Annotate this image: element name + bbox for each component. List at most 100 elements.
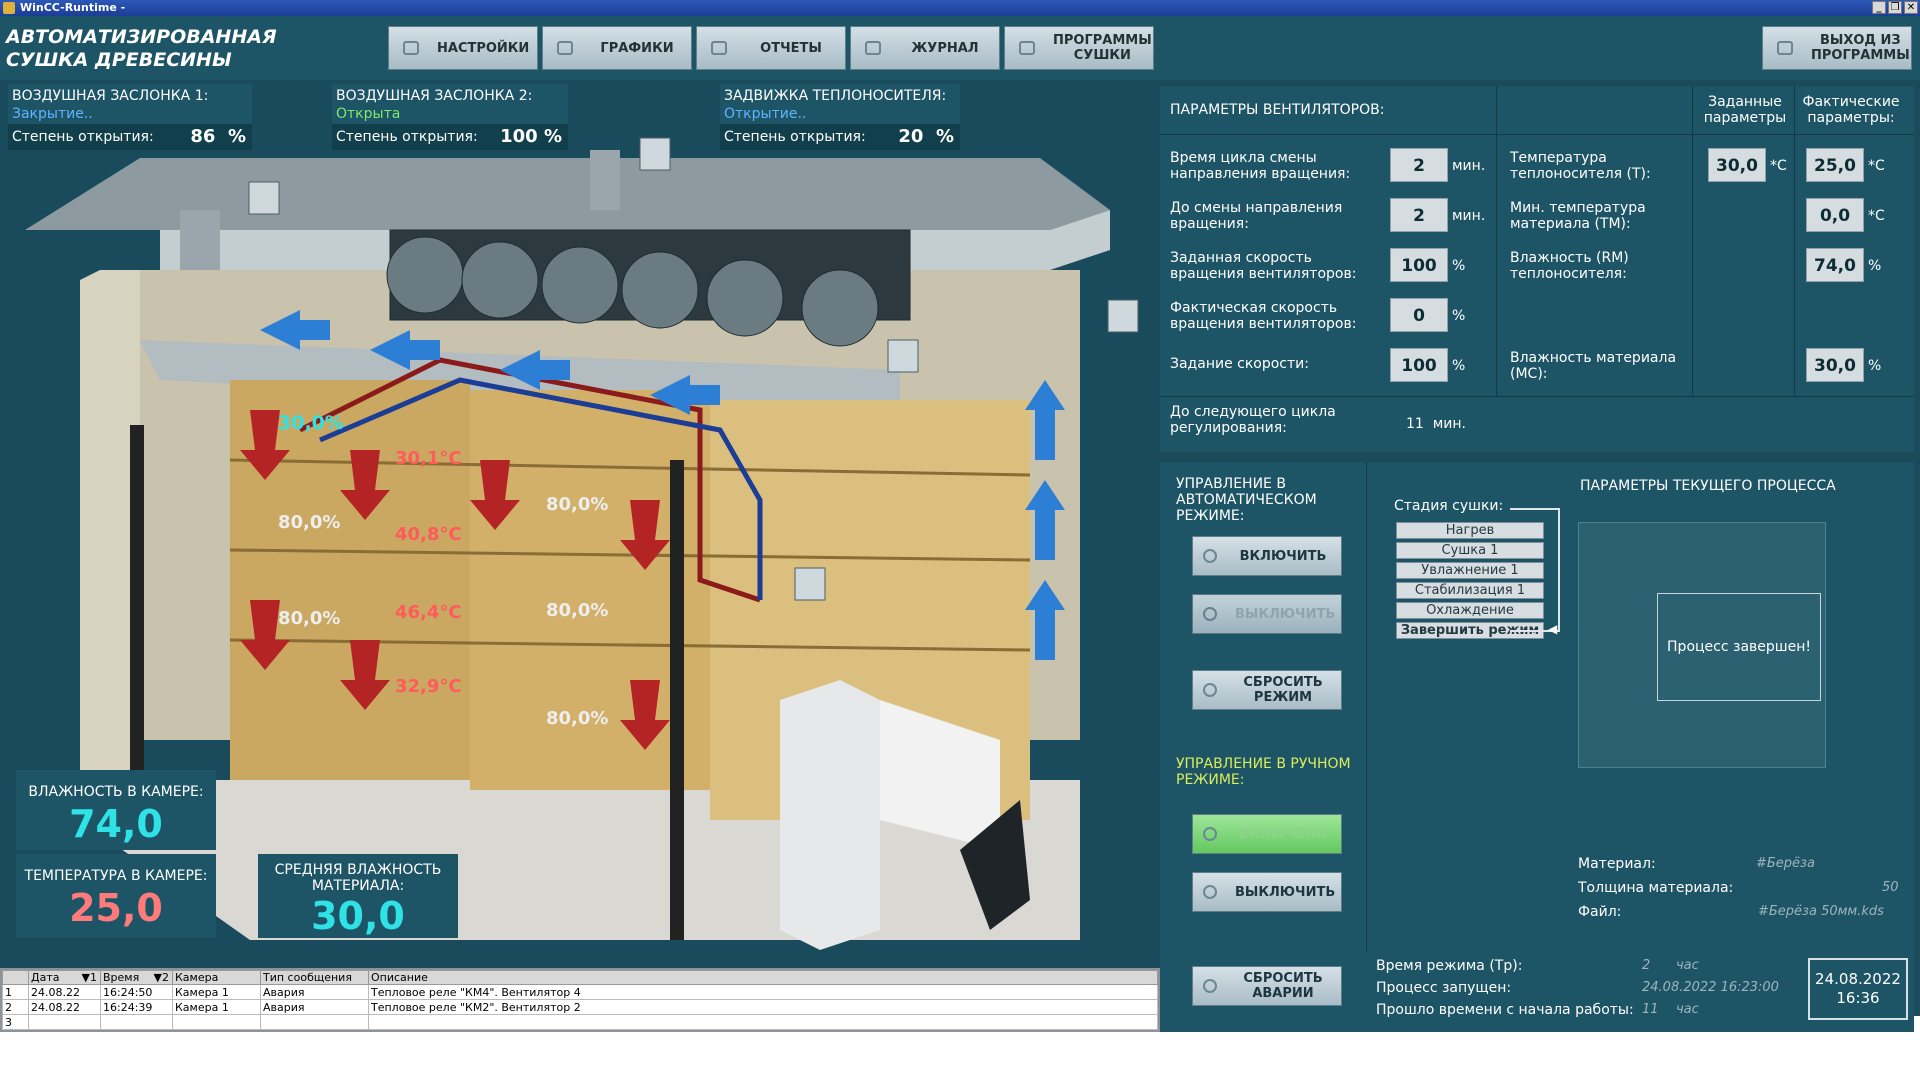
material-hum-5: 80,0%	[546, 708, 609, 729]
material-hum-4: 80,0%	[278, 608, 341, 629]
minimize-icon[interactable]: _	[1872, 1, 1886, 14]
cell: 24.08.22	[28, 984, 101, 1000]
chart-icon	[711, 41, 727, 55]
exit-button[interactable]: ВЫХОД ИЗ ПРОГРАММЫ	[1762, 26, 1912, 70]
col-type[interactable]: Тип сообщения	[260, 970, 369, 985]
cell	[368, 1014, 1158, 1030]
reset-mode-button[interactable]: СБРОСИТЬ РЕЖИМ	[1192, 670, 1342, 710]
fan-params-title: ПАРАМЕТРЫ ВЕНТИЛЯТОРОВ:	[1170, 102, 1385, 118]
damper1-hand-icon[interactable]	[249, 182, 279, 214]
until-reverse-field[interactable]: 2	[1390, 198, 1448, 232]
col-time[interactable]: Время ▼2	[100, 970, 173, 985]
next-cycle-unit: мин.	[1432, 416, 1466, 432]
elapsed-unit: час	[1676, 1002, 1699, 1017]
damper2-panel: ВОЗДУШНАЯ ЗАСЛОНКА 2: Открыта Степень от…	[332, 84, 568, 150]
cell: Авария	[260, 999, 369, 1015]
coolant-temp-set-unit: *С	[1770, 158, 1787, 174]
thickness-value: 50	[1882, 880, 1899, 895]
material-hum-2: 80,0%	[278, 512, 341, 533]
auto-off-label: ВЫКЛЮЧИТЬ	[1235, 606, 1336, 622]
set-speed-field[interactable]: 100	[1390, 248, 1448, 282]
programs-label: ПРОГРАММЫ СУШКИ	[1053, 33, 1152, 63]
sort-time-icon: ▼2	[153, 971, 169, 984]
scada-main: АВТОМАТИЗИРОВАННАЯ СУШКА ДРЕВЕСИНЫ НАСТР…	[0, 16, 1920, 1032]
charts-button[interactable]: ГРАФИКИ	[542, 26, 692, 70]
coolant-humidity-label: Влажность (RM) теплоносителя:	[1510, 250, 1629, 282]
check-icon	[1203, 827, 1217, 841]
cell: 24.08.22	[28, 999, 101, 1015]
col-index	[2, 970, 29, 985]
stage-pointer-icon: ◀	[1548, 622, 1558, 636]
valve-opening-label: Степень открытия:	[724, 129, 866, 145]
damper2-title: ВОЗДУШНАЯ ЗАСЛОНКА 2:	[336, 88, 533, 104]
material-humidity-param-unit: %	[1868, 358, 1882, 374]
journal-button[interactable]: ЖУРНАЛ	[850, 26, 1000, 70]
coolant-temp-actual-field: 25,0	[1806, 148, 1864, 182]
valve-hand-icon[interactable]	[795, 568, 825, 600]
damper2-opening-label: Степень открытия:	[336, 129, 478, 145]
table-row[interactable]: 1 24.08.22 16:24:50 Камера 1 Авария Тепловое …	[2, 984, 1158, 1000]
cell: 2	[2, 999, 29, 1015]
clock: 24.08.2022 16:36	[1808, 958, 1908, 1020]
manual-on-button[interactable]: ВКЛЮЧЕНО	[1192, 814, 1342, 854]
damper2-opening-value: 100 %	[500, 124, 562, 150]
alarm-table[interactable]: Дата ▼1 Время ▼2 Камера Тип сообщения Оп…	[0, 968, 1160, 1032]
table-row[interactable]: 3	[2, 1014, 1158, 1030]
col-time-label: Время	[103, 971, 140, 984]
col-chamber[interactable]: Камера	[172, 970, 261, 985]
next-cycle-number: 11	[1406, 416, 1424, 432]
col-date-label: Дата	[31, 971, 60, 984]
min-material-temp-unit: *С	[1868, 208, 1885, 224]
damper2-value: 100	[500, 126, 538, 147]
programs-button[interactable]: ПРОГРАММЫ СУШКИ	[1004, 26, 1154, 70]
elapsed-label: Прошло времени с начала работы:	[1376, 1002, 1634, 1018]
window-controls: _ ❐ ✕	[1872, 1, 1918, 14]
process-params-title: ПАРАМЕТРЫ ТЕКУЩЕГО ПРОЦЕССА	[1580, 478, 1836, 494]
close-icon[interactable]: ✕	[1904, 1, 1918, 14]
coolant-temp-set-field[interactable]: 30,0	[1708, 148, 1766, 182]
mode-time-value: 2	[1642, 958, 1651, 973]
process-display: Процесс завершен!	[1578, 522, 1826, 768]
col-description[interactable]: Описание	[368, 970, 1158, 985]
col-date[interactable]: Дата ▼1	[28, 970, 101, 985]
coolant-temp-label: Температура теплоносителя (Т):	[1510, 150, 1651, 182]
next-cycle-value: 11 мин.	[1406, 416, 1466, 432]
cell	[100, 1014, 173, 1030]
right-damper-hand-icon[interactable]	[1108, 300, 1138, 332]
fan-hand-icon[interactable]	[888, 340, 918, 372]
window-titlebar: WinCC-Runtime - _ ❐ ✕	[0, 0, 1920, 16]
clock-time: 16:36	[1836, 989, 1880, 1007]
speed-setpoint-field[interactable]: 100	[1390, 348, 1448, 382]
cross-icon	[1203, 607, 1217, 621]
auto-on-button[interactable]: ВКЛЮЧИТЬ	[1192, 536, 1342, 576]
settings-button[interactable]: НАСТРОЙКИ	[388, 26, 538, 70]
bell-icon	[865, 41, 881, 55]
auto-off-button[interactable]: ВЫКЛЮЧИТЬ	[1192, 594, 1342, 634]
material-humidity-param-field: 30,0	[1806, 348, 1864, 382]
manual-off-button[interactable]: ВЫКЛЮЧИТЬ	[1192, 872, 1342, 912]
table-row[interactable]: 2 24.08.22 16:24:39 Камера 1 Авария Тепловое …	[2, 999, 1158, 1015]
cell: 3	[2, 1014, 29, 1030]
reset-alarms-button[interactable]: СБРОСИТЬ АВАРИИ	[1192, 966, 1342, 1006]
material-humidity-param-label: Влажность материала (МС):	[1510, 350, 1677, 382]
cycle-time-label: Время цикла смены направления вращения:	[1170, 150, 1351, 182]
drying-stage-title: Стадия сушки:	[1394, 498, 1504, 514]
actual-speed-field: 0	[1390, 298, 1448, 332]
damper2-unit: %	[543, 126, 562, 147]
cycle-time-field[interactable]: 2	[1390, 148, 1448, 182]
cell	[172, 1014, 261, 1030]
header: АВТОМАТИЗИРОВАННАЯ СУШКА ДРЕВЕСИНЫ НАСТР…	[0, 16, 1920, 80]
cell: Тепловое реле "КМ4". Вентилятор 4	[368, 984, 1158, 1000]
reports-button[interactable]: ОТЧЕТЫ	[696, 26, 846, 70]
image-icon	[557, 41, 573, 55]
restore-icon[interactable]: ❐	[1888, 1, 1902, 14]
damper2-status: Открыта	[336, 106, 401, 122]
chamber-temp-label: ТЕМПЕРАТУРА В КАМЕРЕ:	[24, 868, 208, 884]
damper1-opening-row: Степень открытия: 86 %	[8, 124, 252, 150]
damper2-hand-icon[interactable]	[640, 138, 670, 170]
refresh-icon	[1203, 979, 1217, 993]
mode-time-unit: час	[1676, 958, 1699, 973]
sort-time-order: 2	[162, 971, 169, 984]
auto-mode-title: УПРАВЛЕНИЕ В АВТОМАТИЧЕСКОМ РЕЖИМЕ:	[1176, 476, 1317, 524]
program-icon	[1019, 41, 1035, 55]
